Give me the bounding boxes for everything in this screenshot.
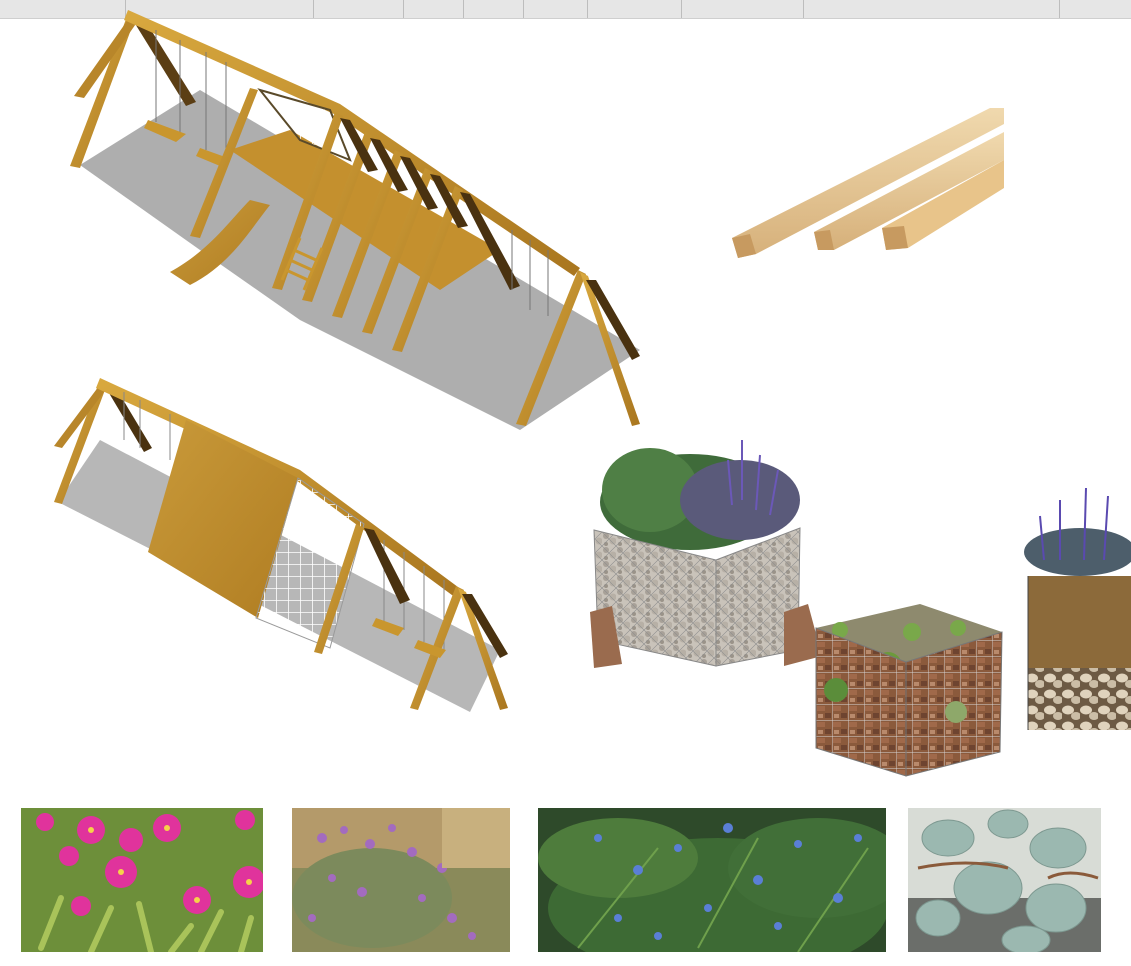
ice-plant-flowers-photo xyxy=(21,808,263,952)
gabion-planters xyxy=(590,440,1131,777)
gabion-planter-succulent xyxy=(815,604,1003,777)
rosemary-shrub-photo xyxy=(538,808,886,952)
playground-structure-large xyxy=(70,10,640,430)
playground-structure-small xyxy=(54,378,508,712)
gabion-planter-lavender-right xyxy=(1024,487,1131,730)
illustration-canvas xyxy=(54,10,1131,777)
gabion-planter-lavender xyxy=(590,440,822,668)
lavender-field-photo xyxy=(292,808,510,952)
succulent-jade-plant-photo xyxy=(908,808,1101,952)
timber-boards xyxy=(732,108,1004,258)
